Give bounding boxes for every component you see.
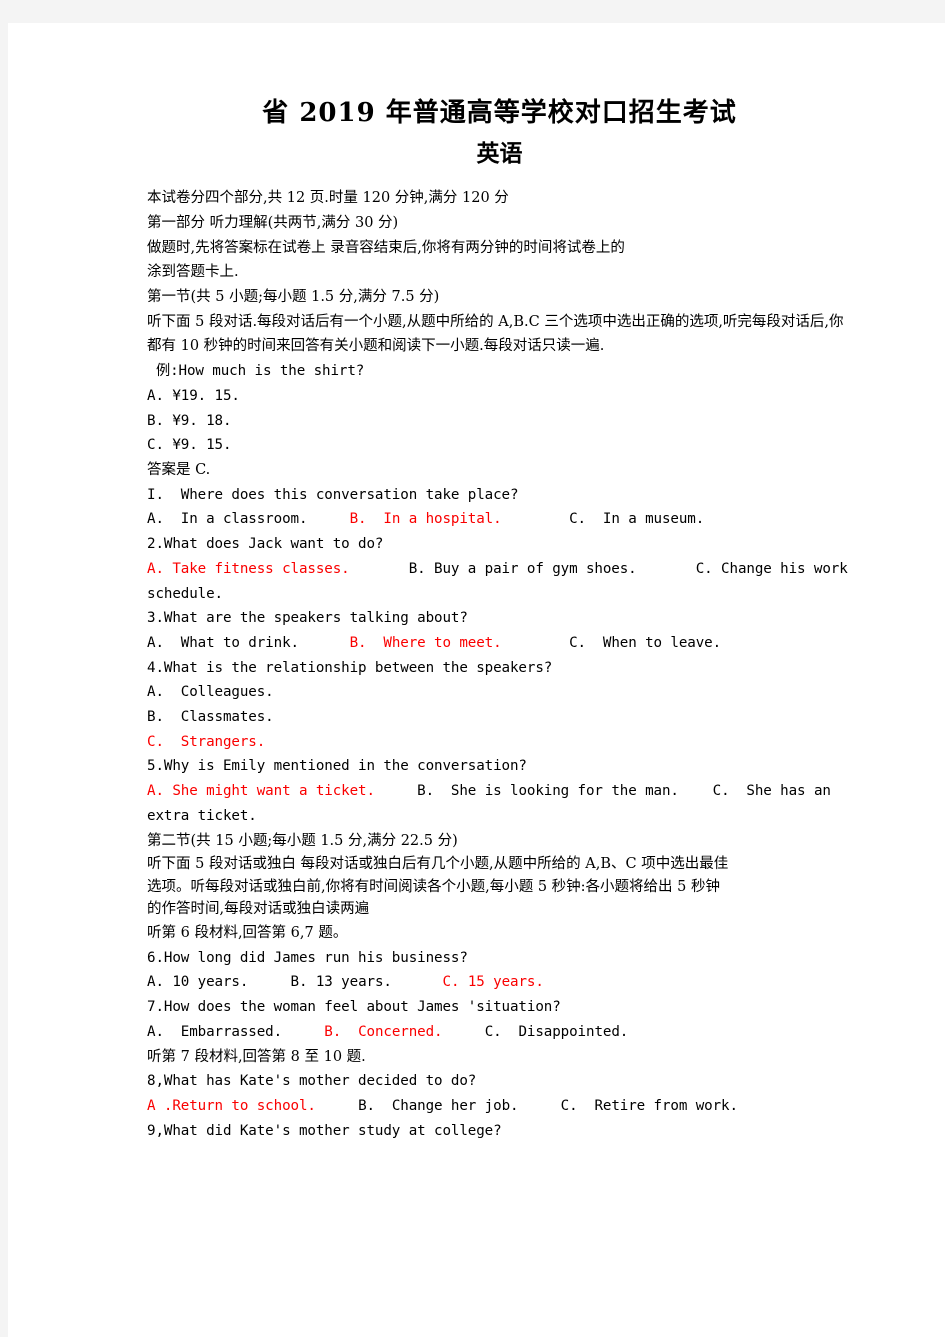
intro-line-2: 第一部分 听力理解(共两节,满分 30 分) (147, 214, 399, 231)
section-one-instructions: 听下面 5 段对话.每段对话后有一个小题,从题中所给的 A,B.C 三个选项中选… (147, 313, 844, 355)
q7-option-b: B. Concerned. (324, 1023, 443, 1040)
section-two-instructions-3: 的作答时间,每段对话或独白读两遍 (147, 901, 370, 918)
q2-option-a: A. Take fitness classes. (147, 560, 350, 577)
q1-option-b: B. In a hospital. (349, 511, 502, 528)
question-9-text: 9,What did Kate's mother study at colleg… (147, 1122, 502, 1139)
question-6-text: 6.How long did James run his business? (147, 949, 468, 966)
example-question: 例:How much is the shirt? (156, 363, 365, 380)
q5-option-b: B. She is looking for the man. (417, 783, 679, 800)
section-two-instructions-1: 听下面 5 段对话或独白 每段对话或独白后有几个小题,从题中所给的 A,B、C … (147, 856, 729, 873)
q1-option-c: C. In a museum. (569, 511, 705, 528)
example-option-b: B. ¥9. 18. (147, 412, 232, 429)
q7-option-c: C. Disappointed. (484, 1023, 629, 1040)
section-one-heading: 第一节(共 5 小题;每小题 1.5 分,满分 7.5 分) (147, 289, 440, 306)
q5-option-a: A. She might want a ticket. (147, 783, 375, 800)
example-option-a: A. ¥19. 15. (147, 387, 240, 404)
q4-option-a: A. Colleagues. (147, 684, 274, 701)
question-7-text: 7.How does the woman feel about James 's… (147, 999, 561, 1016)
question-3-options: A. What to drink. B. Where to meet. C. W… (147, 631, 852, 656)
question-8-text: 8,What has Kate's mother decided to do? (147, 1073, 477, 1090)
q4-option-b: B. Classmates. (147, 709, 274, 726)
q6-option-b: B. 13 years. (290, 974, 392, 991)
q8-option-a: A .Return to school. (147, 1097, 316, 1114)
document-content: 省 2019 年普通高等学校对口招生考试 英语 本试卷分四个部分,共 12 页.… (147, 97, 852, 1143)
question-6-options: A. 10 years. B. 13 years. C. 15 years. (147, 970, 852, 995)
material-6-label: 听第 6 段材料,回答第 6,7 题。 (147, 925, 348, 942)
material-7-label: 听第 7 段材料,回答第 8 至 10 题. (147, 1048, 366, 1065)
question-7-options: A. Embarrassed. B. Concerned. C. Disappo… (147, 1020, 852, 1045)
example-option-c: C. ¥9. 15. (147, 437, 232, 454)
intro-line-3: 做题时,先将答案标在试卷上 录音容结束后,你将有两分钟的时间将试卷上的 (147, 239, 625, 256)
question-5-options: A. She might want a ticket. B. She is lo… (147, 779, 852, 828)
q3-option-a: A. What to drink. (147, 634, 299, 651)
question-1-text: I. Where does this conversation take pla… (147, 486, 519, 503)
question-5-text: 5.Why is Emily mentioned in the conversa… (147, 758, 527, 775)
question-1-options: A. In a classroom. B. In a hospital. C. … (147, 507, 852, 532)
document-page: 省 2019 年普通高等学校对口招生考试 英语 本试卷分四个部分,共 12 页.… (8, 23, 945, 1337)
question-2-options: A. Take fitness classes. B. Buy a pair o… (147, 557, 852, 606)
q2-option-b: B. Buy a pair of gym shoes. (408, 560, 637, 577)
q8-option-c: C. Retire from work. (560, 1097, 738, 1114)
question-2-text: 2.What does Jack want to do? (147, 536, 384, 553)
q3-option-b: B. Where to meet. (349, 634, 502, 651)
section-one: 第一节(共 5 小题;每小题 1.5 分,满分 7.5 分) 听下面 5 段对话… (147, 285, 852, 828)
q3-option-c: C. When to leave. (569, 634, 722, 651)
intro-block: 本试卷分四个部分,共 12 页.时量 120 分钟,满分 120 分 第一部分 … (147, 186, 852, 285)
q4-option-c: C. Strangers. (147, 733, 266, 750)
question-4-text: 4.What is the relationship between the s… (147, 659, 553, 676)
q6-option-a: A. 10 years. (147, 974, 249, 991)
section-two-instructions-2: 选项。听每段对话或独白前,你将有时间阅读各个小题,每小题 5 秒钟:各小题将给出… (147, 878, 720, 895)
page-subtitle: 英语 (476, 139, 523, 167)
intro-line-1: 本试卷分四个部分,共 12 页.时量 120 分钟,满分 120 分 (147, 190, 509, 207)
section-two: 第二节(共 15 小题;每小题 1.5 分,满分 22.5 分) 听下面 5 段… (147, 829, 852, 1144)
section-two-heading: 第二节(共 15 小题;每小题 1.5 分,满分 22.5 分) (147, 832, 458, 849)
question-8-options: A .Return to school. B. Change her job. … (147, 1094, 852, 1119)
q7-option-a: A. Embarrassed. (147, 1023, 283, 1040)
page-title: 省 2019 年普通高等学校对口招生考试 (262, 98, 737, 128)
question-3-text: 3.What are the speakers talking about? (147, 610, 468, 627)
intro-line-4: 涂到答题卡上. (147, 264, 239, 281)
example-answer: 答案是 C. (147, 461, 211, 478)
q6-option-c: C. 15 years. (442, 974, 544, 991)
q1-option-a: A. In a classroom. (147, 511, 308, 528)
q8-option-b: B. Change her job. (358, 1097, 519, 1114)
